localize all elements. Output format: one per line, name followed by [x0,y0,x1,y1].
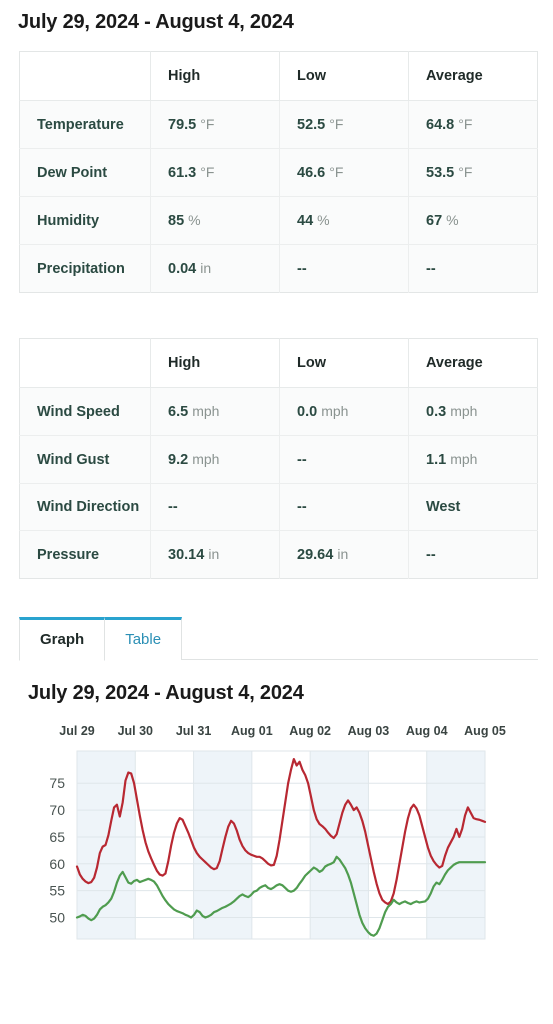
table-header-row: High Low Average [19,51,538,101]
x-axis-tick-label: Aug 03 [348,724,390,738]
table-row: Temperature 79.5 °F 52.5 °F 64.8 °F [19,100,538,149]
column-header-average: Average [408,338,538,388]
x-axis-tick-label: Aug 01 [231,724,273,738]
x-axis-tick-label: Jul 31 [176,724,211,738]
y-axis-tick-label: 60 [49,856,65,872]
column-header-blank [19,51,151,101]
column-header-low: Low [279,51,409,101]
tab-table[interactable]: Table [105,617,183,660]
y-axis-tick-label: 65 [49,829,65,845]
day-band [426,751,485,939]
cell-avg: 0.3 mph [408,387,538,436]
cell-high: 79.5 °F [150,100,280,149]
cell-high: -- [150,483,280,531]
table-row: Wind Direction -- -- West [19,483,538,531]
cell-low: -- [279,435,409,484]
wind-table-body: Wind Speed 6.5 mph 0.0 mph 0.3 mph Wind Gust… [19,387,538,579]
cell-high: 9.2 mph [150,435,280,484]
x-axis-tick-label: Aug 04 [406,724,448,738]
x-axis-tick-label: Aug 05 [464,724,506,738]
row-label: Pressure [19,530,151,579]
cell-avg: -- [408,244,538,293]
cell-low: 46.6 °F [279,148,409,197]
row-label: Wind Gust [19,435,151,484]
column-header-low: Low [279,338,409,388]
tab-list: Graph Table [19,617,538,661]
row-label: Dew Point [19,148,151,197]
tab-graph[interactable]: Graph [19,617,106,661]
day-band [251,751,311,939]
y-axis-tick-label: 50 [49,910,65,926]
chart-canvas: 50 55 60 65 70 75 Jul 29 Jul 30 Jul 31 Aug 01 Aug … [49,724,506,940]
cell-low: 44 % [279,196,409,245]
cell-avg: 64.8 °F [408,100,538,149]
column-header-blank [19,338,151,388]
x-axis-tick-label: Jul 30 [118,724,153,738]
table-row: Pressure 30.14 in 29.64 in -- [19,530,538,579]
day-band [368,751,427,939]
y-axis-tick-label: 55 [49,883,65,899]
row-label: Humidity [19,196,151,245]
row-label: Wind Direction [19,483,151,531]
tab-graph-label: Graph [40,631,85,648]
cell-high: 85 % [150,196,280,245]
temperature-chart: 50 55 60 65 70 75 Jul 29 Jul 30 Jul 31 Aug 01 Aug … [0,711,553,951]
cell-avg: 1.1 mph [408,435,538,484]
cell-high: 0.04 in [150,244,280,293]
x-axis-tick-label: Jul 29 [59,724,94,738]
row-label: Wind Speed [19,387,151,436]
chart-title: July 29, 2024 - August 4, 2024 [28,682,304,704]
cell-low: 0.0 mph [279,387,409,436]
y-axis-tick-label: 75 [49,775,65,791]
cell-low: 52.5 °F [279,100,409,149]
cell-low: 29.64 in [279,530,409,579]
view-tabs: Graph Table [19,617,538,661]
cell-avg: 53.5 °F [408,148,538,197]
tab-table-label: Table [125,631,162,648]
table-row: Wind Gust 9.2 mph -- 1.1 mph [19,435,538,484]
table-header-row: High Low Average [19,338,538,388]
summary-table-body: Temperature 79.5 °F 52.5 °F 64.8 °F Dew Poin… [19,100,538,293]
cell-high: 61.3 °F [150,148,280,197]
table-row: Dew Point 61.3 °F 46.6 °F 53.5 °F [19,148,538,197]
table-row: Humidity 85 % 44 % 67 % [19,196,538,245]
cell-avg: -- [408,530,538,579]
wind-summary-table: High Low Average Wind Speed 6.5 mph 0.0 mp… [19,338,538,579]
row-label: Temperature [19,100,151,149]
table-row: Wind Speed 6.5 mph 0.0 mph 0.3 mph [19,387,538,436]
column-header-high: High [150,338,280,388]
day-band [135,751,194,939]
column-header-average: Average [408,51,538,101]
page-title: July 29, 2024 - August 4, 2024 [18,11,294,33]
weather-summary-page: July 29, 2024 - August 4, 2024 High Low … [0,11,553,951]
day-band [310,751,369,939]
cell-low: -- [279,244,409,293]
cell-high: 30.14 in [150,530,280,579]
row-label: Precipitation [19,244,151,293]
cell-avg: West [408,483,538,531]
table-row: Precipitation 0.04 in -- -- [19,244,538,293]
cell-avg: 67 % [408,196,538,245]
conditions-summary-table: High Low Average Temperature 79.5 °F 52.5 … [19,51,538,293]
table-spacer [0,293,553,321]
column-header-high: High [150,51,280,101]
cell-high: 6.5 mph [150,387,280,436]
y-axis-tick-label: 70 [49,802,65,818]
cell-low: -- [279,483,409,531]
x-axis-tick-label: Aug 02 [289,724,331,738]
